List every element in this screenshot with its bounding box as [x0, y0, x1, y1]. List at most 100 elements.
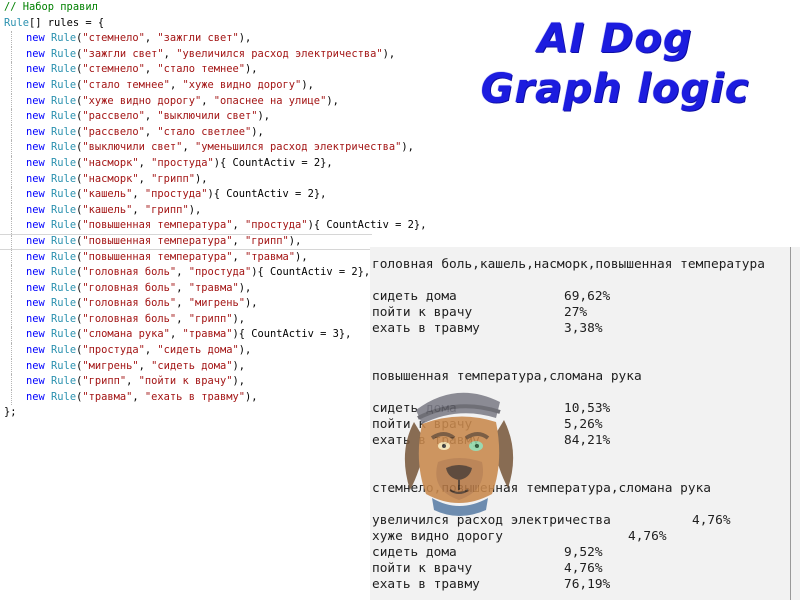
indent-guide	[11, 265, 12, 281]
result-label: ехать в травму	[372, 577, 480, 592]
result-value: 5,26%	[564, 417, 603, 432]
code-rule-line[interactable]: new Rule("травма", "ехать в травму"),	[0, 389, 372, 406]
code-rule-line[interactable]: new Rule("повышенная температура", "прос…	[0, 218, 426, 234]
code-keyword: new	[26, 63, 45, 76]
code-type: Rule	[51, 312, 77, 325]
code-punct: ,	[144, 32, 158, 45]
code-rule-line[interactable]: new Rule("выключили свет", "уменьшился р…	[0, 140, 414, 156]
code-type: Rule	[51, 250, 77, 263]
code-punct: ,	[263, 110, 271, 123]
code-rule-line[interactable]: new Rule("головная боль", "травма"),	[0, 280, 372, 297]
code-type: Rule	[51, 375, 77, 388]
code-rule-line[interactable]: new Rule("стало темнее", "хуже видно дор…	[0, 77, 372, 94]
code-keyword: new	[26, 125, 45, 138]
code-punct: ,	[232, 250, 245, 263]
title-line-2: Graph logic	[480, 66, 750, 112]
code-punct: ,	[307, 78, 314, 91]
code-string: "повышенная температура"	[82, 234, 233, 247]
code-string: "простуда"	[245, 219, 308, 232]
code-rule-line[interactable]: new Rule("повышенная температура", "грип…	[0, 233, 372, 250]
result-value: 27%	[564, 305, 588, 320]
code-rule-line[interactable]: new Rule("стемнело", "стало темнее"),	[0, 62, 372, 78]
code-punct: ,	[238, 359, 246, 372]
code-punct: ,	[201, 172, 208, 185]
result-value: 3,38%	[564, 321, 603, 336]
code-string: "хуже видно дорогу"	[82, 94, 202, 107]
indent-guide	[11, 311, 12, 328]
code-rule-line[interactable]: new Rule("простуда", "сидеть дома"),	[0, 343, 372, 359]
code-punct: ,	[295, 234, 302, 247]
code-rule-line[interactable]: new Rule("кашель", "грипп"),	[0, 202, 372, 219]
code-rule-line[interactable]: new Rule("рассвело", "стало светлее"),	[0, 124, 372, 141]
code-rule-line[interactable]: new Rule("сломана рука", "травма"){ Coun…	[0, 327, 372, 344]
code-declaration-line[interactable]: Rule[] rules = {	[0, 16, 372, 32]
indent-guide	[11, 62, 12, 78]
code-string: "увеличился расход электричества"	[176, 47, 383, 60]
result-value: 4,76%	[564, 561, 603, 576]
indent-guide	[11, 31, 12, 47]
code-initializer: { CountActiv = 2}	[220, 156, 327, 169]
code-rule-line[interactable]: new Rule("головная боль", "мигрень"),	[0, 296, 372, 312]
indent-guide	[11, 46, 12, 63]
code-punct: ,	[232, 234, 245, 247]
code-punct: ,	[144, 125, 158, 138]
code-string: "грипп"	[245, 234, 289, 247]
code-string: "головная боль"	[82, 312, 177, 325]
result-value: 76,19%	[564, 577, 611, 592]
code-initializer: { CountActiv = 3}	[238, 328, 346, 341]
code-punct: ,	[257, 125, 264, 138]
code-string: "ехать в травму"	[144, 390, 245, 403]
code-rule-line[interactable]: new Rule("насморк", "грипп"),	[0, 171, 372, 188]
code-close-line[interactable]: };	[0, 405, 372, 421]
code-string: "головная боль"	[82, 266, 177, 279]
code-string: "пойти к врачу"	[138, 375, 233, 388]
code-rule-line[interactable]: new Rule("кашель", "простуда"){ CountAct…	[0, 187, 372, 203]
code-rule-line[interactable]: new Rule("мигрень", "сидеть дома"),	[0, 358, 372, 375]
code-string: "стемнело"	[82, 63, 145, 76]
code-rule-line[interactable]: new Rule("головная боль", "грипп"),	[0, 311, 372, 328]
code-type: Rule	[51, 188, 77, 201]
result-label: пойти к врачу	[372, 561, 473, 576]
code-string: "травма"	[188, 281, 239, 294]
code-punct: ,	[301, 250, 308, 263]
code-type: Rule	[51, 359, 77, 372]
code-rule-line[interactable]: new Rule("стемнело", "зажгли свет"),	[0, 31, 372, 47]
code-comment-line[interactable]: // Набор правил	[0, 0, 372, 16]
code-keyword: new	[26, 156, 45, 169]
code-type: Rule	[51, 172, 77, 185]
code-punct: ,	[407, 141, 414, 154]
code-rule-line[interactable]: new Rule("зажгли свет", "увеличился расх…	[0, 46, 395, 63]
code-editor[interactable]: // Набор правил Rule[] rules = {new Rule(…	[0, 0, 426, 600]
code-keyword: new	[26, 172, 45, 185]
code-rule-line[interactable]: new Rule("повышенная температура", "трав…	[0, 249, 372, 266]
code-rule-line[interactable]: new Rule("рассвело", "выключили свет"),	[0, 109, 372, 125]
code-punct: ,	[138, 359, 152, 372]
code-rule-line[interactable]: new Rule("головная боль", "простуда"){ C…	[0, 265, 372, 281]
code-punct: ,	[144, 110, 158, 123]
code-punct: ,	[232, 219, 245, 232]
code-rule-line[interactable]: new Rule("хуже видно дорогу", "опаснее н…	[0, 93, 372, 110]
code-string: "насморк"	[82, 156, 139, 169]
code-rule-line[interactable]: new Rule("грипп", "пойти к врачу"),	[0, 374, 372, 390]
code-punct: ,	[194, 203, 202, 216]
result-label: хуже видно дорогу	[372, 529, 503, 544]
code-initializer: { CountActiv = 2}	[213, 188, 321, 201]
indent-guide	[11, 124, 12, 141]
code-keyword: new	[26, 78, 45, 91]
code-initializer: { CountActiv = 2}	[313, 219, 421, 232]
indent-guide	[11, 218, 12, 234]
code-rule-line[interactable]: new Rule("насморк", "простуда"){ CountAc…	[0, 155, 372, 172]
code-initializer: { CountActiv = 2}	[257, 266, 364, 279]
code-keyword: new	[26, 219, 45, 232]
result-label: сидеть дома	[372, 545, 457, 560]
code-keyword: new	[26, 344, 45, 357]
code-type: Rule	[51, 266, 77, 279]
indent-guide	[11, 187, 12, 203]
code-type: Rule	[51, 63, 77, 76]
code-string: "повышенная температура"	[82, 219, 233, 232]
code-punct: ,	[132, 203, 145, 216]
indent-guide	[11, 343, 12, 359]
console-divider	[790, 247, 791, 600]
code-type: Rule	[51, 390, 77, 403]
code-string: "хуже видно дорогу"	[182, 78, 302, 91]
